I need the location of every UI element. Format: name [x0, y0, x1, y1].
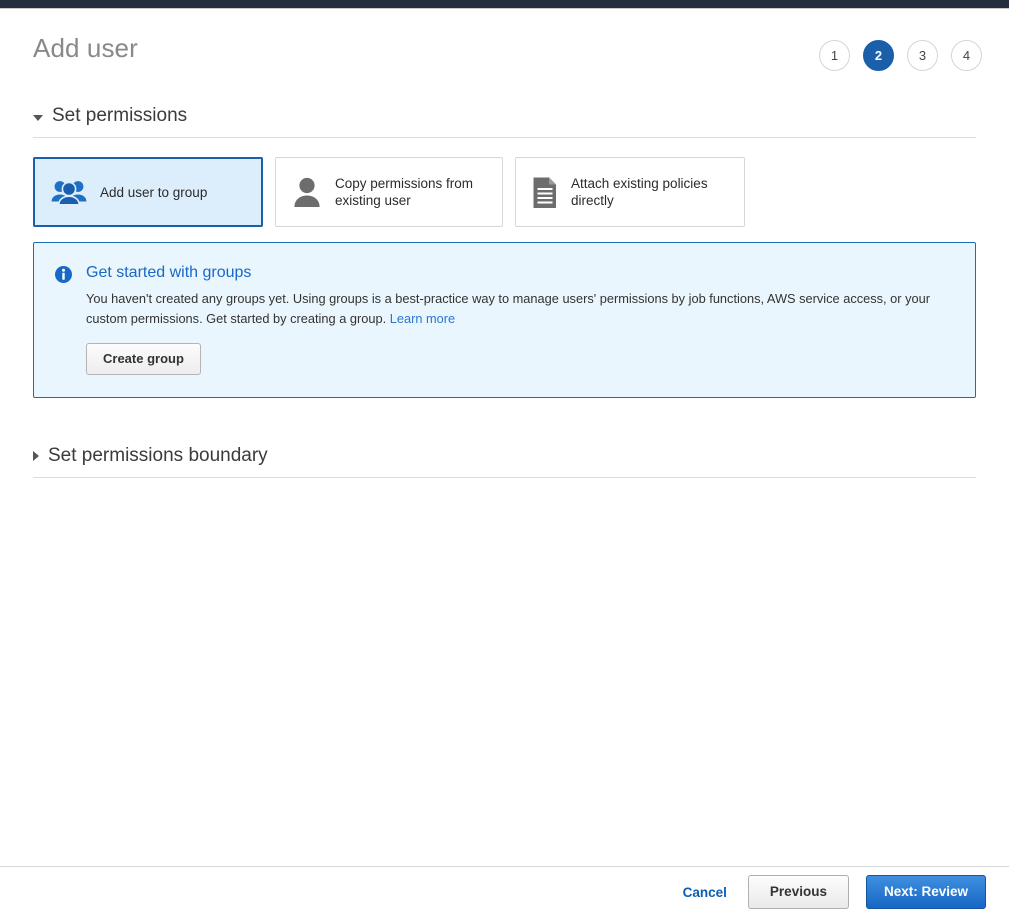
- info-icon: [55, 263, 72, 375]
- step-indicator-4[interactable]: 4: [951, 40, 982, 71]
- page-title: Add user: [33, 33, 138, 63]
- alert-description-text: You haven't created any groups yet. Usin…: [86, 291, 930, 326]
- set-permissions-boundary-section: Set permissions boundary: [0, 444, 1009, 478]
- wizard-footer: Cancel Previous Next: Review: [0, 866, 1009, 917]
- set-permissions-section: Set permissions Add user to group Copy p…: [0, 104, 1009, 398]
- option-attach-policies[interactable]: Attach existing policies directly: [515, 157, 745, 227]
- option-copy-permissions[interactable]: Copy permissions from existing user: [275, 157, 503, 227]
- chevron-right-icon[interactable]: [33, 451, 39, 461]
- create-group-button[interactable]: Create group: [86, 343, 201, 375]
- permission-option-cards: Add user to group Copy permissions from …: [33, 157, 976, 227]
- global-navigation-bar: [0, 0, 1009, 8]
- step-indicator-1[interactable]: 1: [819, 40, 850, 71]
- group-users-icon: [51, 179, 87, 205]
- set-permissions-boundary-title: Set permissions boundary: [48, 445, 268, 466]
- step-indicator-2[interactable]: 2: [863, 40, 894, 71]
- alert-body: Get started with groups You haven't crea…: [86, 263, 957, 375]
- alert-title: Get started with groups: [86, 264, 252, 281]
- option-label: Attach existing policies directly: [571, 176, 708, 208]
- learn-more-link[interactable]: Learn more: [390, 311, 455, 326]
- step-indicator-3[interactable]: 3: [907, 40, 938, 71]
- step-indicator: 1 2 3 4: [819, 40, 982, 71]
- next-review-button[interactable]: Next: Review: [865, 875, 986, 909]
- set-permissions-title: Set permissions: [52, 105, 188, 126]
- option-label: Add user to group: [100, 184, 208, 200]
- option-label: Copy permissions from existing user: [335, 176, 474, 208]
- chevron-down-icon[interactable]: [33, 114, 43, 121]
- alert-description: You haven't created any groups yet. Usin…: [86, 289, 931, 329]
- page-header: Add user 1 2 3 4: [0, 9, 1009, 87]
- cancel-button[interactable]: Cancel: [679, 879, 731, 906]
- get-started-with-groups-alert: Get started with groups You haven't crea…: [33, 242, 976, 398]
- single-user-icon: [292, 176, 322, 208]
- document-icon: [532, 176, 558, 209]
- set-permissions-boundary-header[interactable]: Set permissions boundary: [33, 444, 976, 478]
- previous-button[interactable]: Previous: [747, 875, 849, 909]
- option-add-user-to-group[interactable]: Add user to group: [33, 157, 263, 227]
- set-permissions-header[interactable]: Set permissions: [33, 104, 976, 138]
